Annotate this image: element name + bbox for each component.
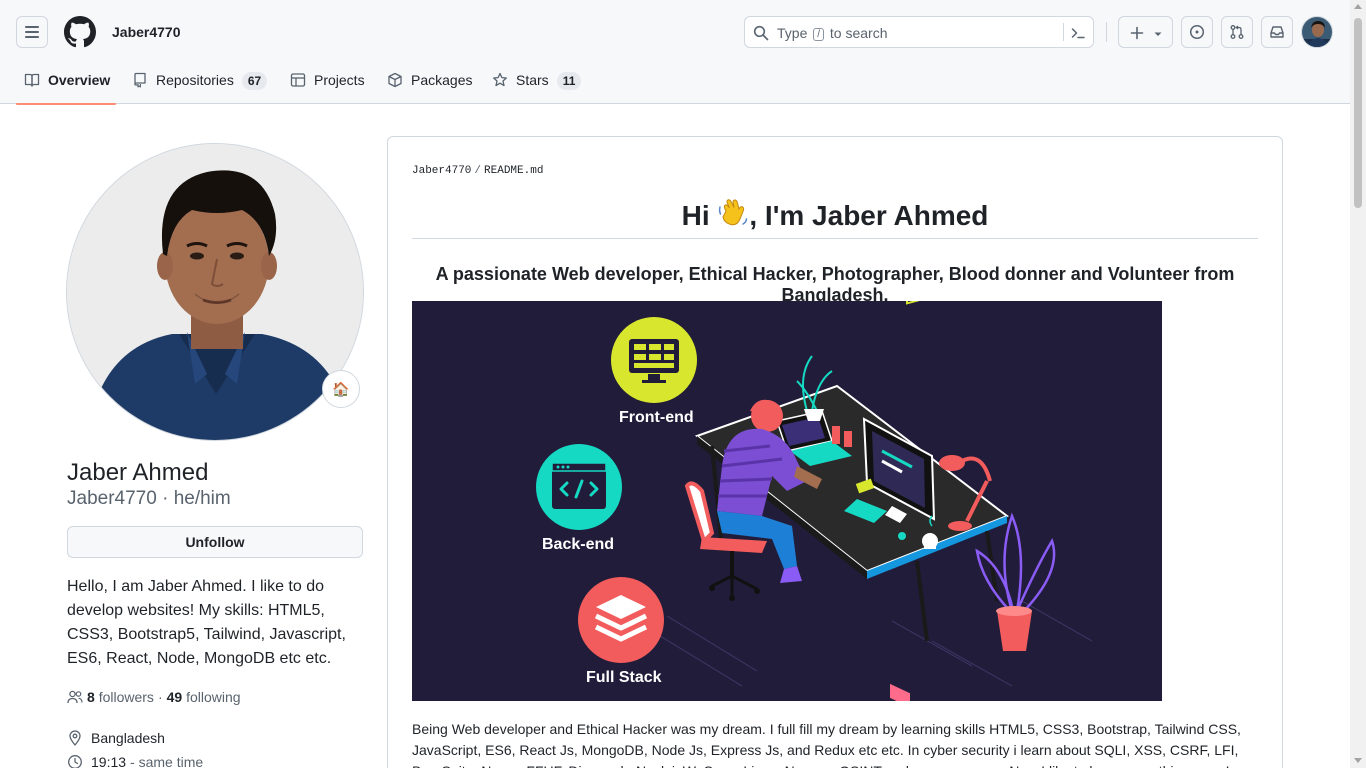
profile-bio: Hello, I am Jaber Ahmed. I like to do de… xyxy=(67,578,346,667)
profile-pronouns: he/him xyxy=(173,488,231,509)
pull-requests-icon xyxy=(1230,25,1244,39)
developer-banner-image: Front-end Back-end Full Stack xyxy=(412,301,1162,701)
menu-button[interactable] xyxy=(16,16,48,48)
command-palette-icon[interactable] xyxy=(1070,25,1086,41)
issues-button[interactable] xyxy=(1181,16,1213,48)
issues-icon xyxy=(1189,24,1205,40)
profile-location: Bangladesh xyxy=(67,730,165,746)
stars-count: 11 xyxy=(556,72,582,90)
tab-stars[interactable]: Stars 11 xyxy=(492,64,582,104)
set-status-button[interactable]: 🏠 xyxy=(322,370,360,408)
readme-subtitle: A passionate Web developer, Ethical Hack… xyxy=(435,264,1235,305)
header-separator xyxy=(1106,22,1107,42)
people-icon xyxy=(67,690,83,704)
menu-icon xyxy=(25,26,39,28)
following-link[interactable]: 49 following xyxy=(167,689,241,705)
followers-link[interactable]: 8 followers xyxy=(87,689,154,705)
chevron-down-icon xyxy=(1154,32,1162,36)
tab-packages[interactable]: Packages xyxy=(387,64,472,104)
github-logo-icon[interactable] xyxy=(64,16,96,48)
profile-fullname: Jaber Ahmed xyxy=(67,459,209,486)
inbox-icon xyxy=(1270,26,1284,38)
banner-label-backend: Back-end xyxy=(542,536,615,553)
search-divider xyxy=(1063,23,1064,41)
tab-projects[interactable]: Projects xyxy=(290,64,365,104)
header-username[interactable]: Jaber4770 xyxy=(112,24,181,40)
location-icon xyxy=(69,730,81,746)
home-icon: 🏠 xyxy=(332,380,350,397)
search-shortcut-key: / xyxy=(813,28,825,41)
repositories-count: 67 xyxy=(241,72,268,90)
readme-card: Jaber4770/README.md Hi , I'm Jaber Ahmed… xyxy=(387,136,1283,768)
tab-overview[interactable]: Overview xyxy=(16,64,116,105)
scrollbar-thumb[interactable] xyxy=(1354,18,1362,208)
scroll-down-arrow-icon[interactable] xyxy=(1354,758,1362,763)
follow-stats: 8 followers · 49 following xyxy=(67,689,241,705)
readme-title: Hi , I'm Jaber Ahmed xyxy=(412,197,1258,239)
repo-icon xyxy=(134,72,146,88)
search-icon xyxy=(753,25,769,41)
profile-local-time: 19:13 - same time xyxy=(67,754,203,768)
tab-repositories[interactable]: Repositories 67 xyxy=(132,64,268,104)
create-new-button[interactable] xyxy=(1118,16,1173,48)
user-avatar-menu[interactable] xyxy=(1301,16,1333,48)
profile-login: Jaber4770 · he/him xyxy=(67,488,231,509)
readme-file-link[interactable]: README.md xyxy=(484,165,543,177)
readme-path: Jaber4770/README.md xyxy=(412,165,544,177)
star-icon xyxy=(493,72,507,87)
table-icon xyxy=(290,73,306,87)
banner-label-fullstack: Full Stack xyxy=(586,669,662,686)
inbox-button[interactable] xyxy=(1261,16,1293,48)
avatar xyxy=(1302,17,1332,47)
book-icon xyxy=(24,73,40,87)
banner-label-frontend: Front-end xyxy=(619,409,694,426)
search-input[interactable]: Type / to search xyxy=(744,16,1094,48)
unfollow-button[interactable]: Unfollow xyxy=(67,526,363,558)
profile-photo xyxy=(67,144,363,440)
profile-avatar[interactable] xyxy=(66,143,364,441)
developer-illustration xyxy=(412,301,1162,701)
scroll-up-arrow-icon[interactable] xyxy=(1354,4,1362,9)
app-header: Jaber4770 Type / to search Overview Repo… xyxy=(0,0,1350,105)
package-icon xyxy=(388,72,402,88)
pull-requests-button[interactable] xyxy=(1221,16,1253,48)
plus-icon xyxy=(1130,26,1144,40)
waving-hand-icon xyxy=(717,197,749,236)
fullstack-icon xyxy=(578,577,664,663)
readme-body-text: Being Web developer and Ethical Hacker w… xyxy=(412,721,1241,768)
search-placeholder: Type / to search xyxy=(777,25,888,41)
clock-icon xyxy=(68,755,82,768)
readme-repo-link[interactable]: Jaber4770 xyxy=(412,165,471,177)
page-scrollbar[interactable] xyxy=(1350,0,1366,768)
